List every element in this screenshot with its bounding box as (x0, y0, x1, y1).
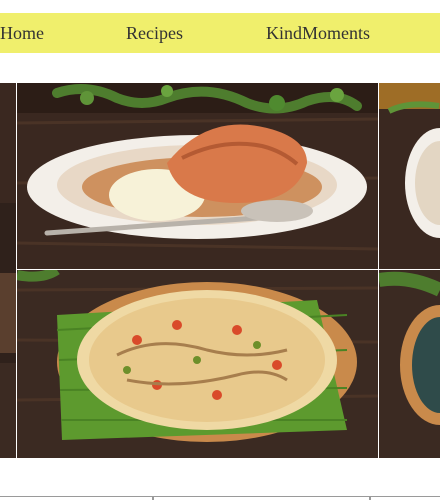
gallery-edge-right-image-bottom[interactable] (379, 270, 440, 458)
top-nav: Home Recipes KindMoments (0, 13, 440, 53)
gallery-image-dessert[interactable] (17, 83, 378, 269)
bottom-divider-tick (152, 496, 154, 500)
bottom-divider-tick (369, 496, 371, 500)
gallery-image-pizza[interactable] (17, 270, 378, 458)
nav-home-link[interactable]: Home (0, 13, 44, 53)
gallery-edge-right-image-top[interactable] (379, 83, 440, 269)
food-gallery (0, 83, 440, 458)
nav-kindmoments-link[interactable]: KindMoments (266, 13, 370, 53)
gallery-edge-left-image[interactable] (0, 83, 16, 458)
nav-recipes-link[interactable]: Recipes (126, 13, 183, 53)
bottom-divider (0, 496, 440, 501)
